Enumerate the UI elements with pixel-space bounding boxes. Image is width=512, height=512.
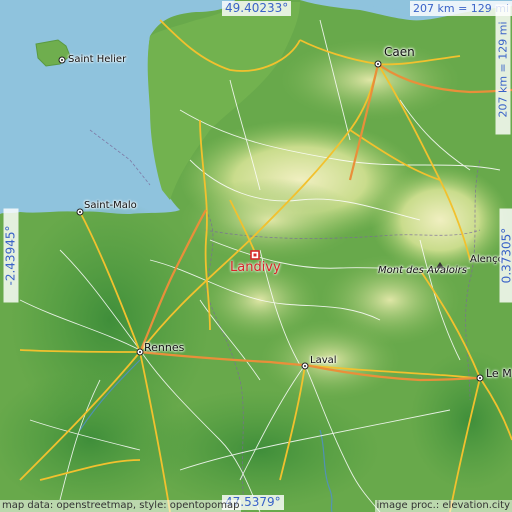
longitude-left: -2.43945° — [3, 208, 19, 303]
latitude-top: 49.40233° — [222, 1, 292, 16]
valley-south-center — [140, 390, 380, 510]
label-laval: Laval — [310, 355, 337, 366]
label-landivy: Landivy — [230, 260, 281, 275]
credit-image-proc: image proc.: elevation.city — [374, 500, 512, 512]
map-canvas[interactable]: Saint Helier Caen Saint-Malo Mont des Av… — [0, 0, 512, 512]
relief-caen — [280, 40, 460, 120]
label-rennes: Rennes — [144, 341, 185, 354]
scale-vertical: 207 km = 129 mi — [495, 4, 511, 135]
terrain-layer — [0, 0, 512, 512]
label-saint-helier: Saint Helier — [68, 54, 127, 65]
label-le-mans: Le M — [486, 367, 512, 380]
label-saint-malo: Saint-Malo — [84, 200, 137, 211]
label-mont-des-avaloirs: Mont des Avaloirs — [378, 265, 467, 276]
label-caen: Caen — [384, 45, 415, 59]
longitude-right: 0.37305° — [499, 208, 512, 303]
credit-map-data: map data: openstreetmap, style: opentopo… — [0, 500, 242, 512]
